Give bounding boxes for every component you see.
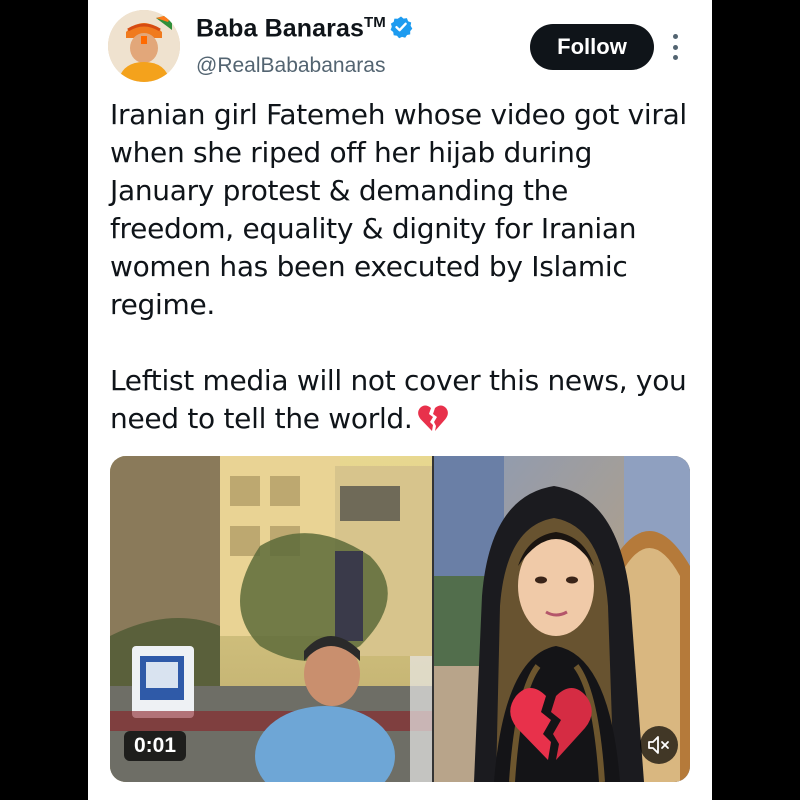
tweet-paragraph: Iranian girl Fatemeh whose video got vir… [110, 98, 687, 321]
avatar[interactable] [108, 10, 180, 82]
broken-heart-icon [508, 682, 594, 764]
broken-heart-icon [417, 403, 449, 433]
media-container[interactable]: 0:01 [110, 456, 690, 782]
tweet-paragraph-text: Leftist media will not cover this news, … [110, 364, 687, 435]
tweet-paragraph: Leftist media will not cover this news, … [110, 362, 700, 438]
follow-button[interactable]: Follow [530, 24, 654, 70]
trademark-symbol: TM [363, 14, 386, 31]
screenshot-frame: Baba BanarasTM @RealBababanaras Follow I… [0, 0, 800, 800]
volume-muted-icon[interactable] [640, 726, 678, 764]
tweet-card: Baba BanarasTM @RealBababanaras Follow I… [88, 0, 712, 800]
video-timestamp: 0:01 [124, 731, 187, 761]
tweet-text: Iranian girl Fatemeh whose video got vir… [110, 96, 700, 438]
user-handle[interactable]: @RealBababanaras [196, 54, 385, 78]
display-name-text: Baba Banaras [196, 14, 364, 43]
display-name[interactable]: Baba BanarasTM [196, 14, 413, 43]
verified-badge-icon [389, 15, 413, 39]
more-vertical-icon[interactable] [668, 30, 682, 64]
